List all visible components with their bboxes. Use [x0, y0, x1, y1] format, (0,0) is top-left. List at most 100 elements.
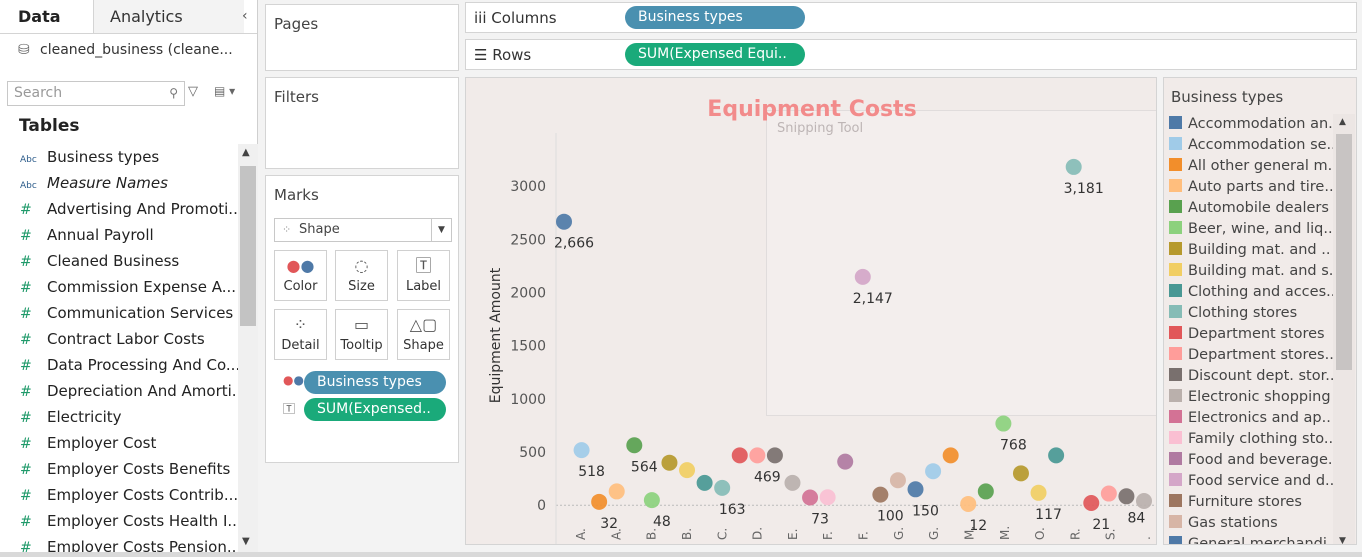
- field-name: Employer Costs Contrib...: [47, 486, 238, 504]
- legend-item[interactable]: Beer, wine, and liq..: [1169, 219, 1333, 240]
- field-item[interactable]: # Annual Payroll: [0, 222, 238, 248]
- field-name: Employer Costs Benefits: [47, 460, 231, 478]
- legend-label: Family clothing sto..: [1188, 431, 1333, 447]
- size-button[interactable]: ◌ Size: [335, 250, 388, 301]
- field-item[interactable]: # Employer Costs Health I...: [0, 508, 238, 534]
- legend-item[interactable]: Discount dept. stor..: [1169, 366, 1333, 387]
- marks-label-pill[interactable]: SUM(Expensed..: [304, 398, 446, 421]
- data-label: 32: [600, 516, 618, 532]
- legend-item[interactable]: Food and beverage..: [1169, 450, 1333, 471]
- sheet-tabs-bar[interactable]: [0, 552, 1362, 557]
- scroll-up-icon[interactable]: ▲: [242, 147, 250, 158]
- field-search-input[interactable]: Search ⚲: [7, 81, 185, 106]
- legend-item[interactable]: Food service and d..: [1169, 471, 1333, 492]
- scatter-chart: Equipment Costs Equipment Amount 0 500 1000 1…: [488, 97, 1156, 544]
- field-name: Commission Expense A...: [47, 278, 237, 296]
- field-item[interactable]: # Employer Costs Pension...: [0, 534, 238, 552]
- legend-item[interactable]: Building mat. and ..: [1169, 240, 1333, 261]
- collapse-pane-icon[interactable]: ‹: [242, 8, 248, 24]
- field-list-scrollbar[interactable]: ▲ ▼: [238, 144, 258, 552]
- shape-label: Shape: [403, 338, 444, 353]
- size-icon: ◌: [354, 256, 369, 275]
- legend-item[interactable]: Accommodation an..: [1169, 114, 1333, 135]
- field-item[interactable]: # Communication Services: [0, 300, 238, 326]
- field-item[interactable]: # Employer Costs Benefits: [0, 456, 238, 482]
- field-item[interactable]: Abc Business types: [0, 144, 238, 170]
- field-item[interactable]: # Cleaned Business: [0, 248, 238, 274]
- legend-item[interactable]: Family clothing sto..: [1169, 429, 1333, 450]
- filters-shelf[interactable]: Filters: [265, 77, 459, 169]
- color-button[interactable]: ●● Color: [274, 250, 327, 301]
- field-item[interactable]: # Advertising And Promoti...: [0, 196, 238, 222]
- legend-item[interactable]: Electronics and ap..: [1169, 408, 1333, 429]
- legend-item[interactable]: Auto parts and tire..: [1169, 177, 1333, 198]
- rows-pill[interactable]: SUM(Expensed Equi..: [625, 43, 805, 66]
- legend-swatch: [1169, 431, 1182, 444]
- data-point: [837, 453, 854, 470]
- field-item[interactable]: Abc Measure Names: [0, 170, 238, 196]
- detail-button[interactable]: ⁘ Detail: [274, 309, 327, 360]
- legend-item[interactable]: Accommodation se..: [1169, 135, 1333, 156]
- label-button[interactable]: 🅃 Label: [397, 250, 450, 301]
- legend-item[interactable]: Building mat. and s..: [1169, 261, 1333, 282]
- legend-item[interactable]: Automobile dealers: [1169, 198, 1333, 219]
- legend-scroll-down-icon[interactable]: ▼: [1339, 536, 1346, 544]
- marks-color-pill[interactable]: Business types: [304, 371, 446, 394]
- filter-fields-icon[interactable]: ▽: [188, 84, 198, 99]
- legend-item[interactable]: Furniture stores: [1169, 492, 1333, 513]
- data-label: 469: [754, 469, 781, 485]
- legend-swatch: [1169, 452, 1182, 465]
- legend-scrollbar[interactable]: ▲ ▼: [1333, 114, 1355, 544]
- legend-scroll-thumb[interactable]: [1336, 134, 1352, 370]
- data-point: [714, 479, 731, 496]
- data-point: [1083, 495, 1100, 512]
- mark-type-dropdown[interactable]: ⁘ Shape ▼: [274, 218, 452, 242]
- y-tick-label: 1000: [510, 392, 546, 408]
- legend-item[interactable]: Clothing stores: [1169, 303, 1333, 324]
- field-name: Electricity: [47, 408, 122, 426]
- field-item[interactable]: # Employer Costs Contrib...: [0, 482, 238, 508]
- columns-shelf[interactable]: iii Columns Business types: [465, 2, 1357, 33]
- field-item[interactable]: # Depreciation And Amorti...: [0, 378, 238, 404]
- datasource-item[interactable]: ⛁ cleaned_business (cleane...: [18, 42, 233, 58]
- field-item[interactable]: # Electricity: [0, 404, 238, 430]
- legend-item[interactable]: Clothing and acces..: [1169, 282, 1333, 303]
- rows-shelf[interactable]: ☰ Rows SUM(Expensed Equi..: [465, 39, 1357, 70]
- field-item[interactable]: # Data Processing And Co...: [0, 352, 238, 378]
- shape-button[interactable]: △▢ Shape: [397, 309, 450, 360]
- legend-item[interactable]: Gas stations: [1169, 513, 1333, 534]
- data-label: 768: [1000, 438, 1027, 454]
- tab-data[interactable]: Data: [0, 0, 94, 33]
- data-point: [1030, 484, 1047, 501]
- legend-item[interactable]: Electronic shopping: [1169, 387, 1333, 408]
- scroll-down-icon[interactable]: ▼: [242, 536, 250, 547]
- field-item[interactable]: # Commission Expense A...: [0, 274, 238, 300]
- legend-item[interactable]: Department stores: [1169, 324, 1333, 345]
- legend-items: Accommodation an.. Accommodation se.. All …: [1169, 114, 1333, 544]
- y-tick-label: 0: [537, 498, 546, 514]
- scroll-thumb[interactable]: [240, 166, 256, 326]
- pages-shelf[interactable]: Pages: [265, 4, 459, 71]
- legend-item[interactable]: General merchandi..: [1169, 534, 1333, 544]
- y-tick-label: 2500: [510, 232, 546, 248]
- data-label: 100: [877, 509, 904, 525]
- legend-swatch: [1169, 242, 1182, 255]
- columns-pill[interactable]: Business types: [625, 6, 805, 29]
- field-name: Contract Labor Costs: [47, 330, 205, 348]
- tab-analytics[interactable]: Analytics: [94, 0, 244, 33]
- field-item[interactable]: # Employer Cost: [0, 430, 238, 456]
- y-tick-label: 3000: [510, 179, 546, 195]
- view-options-icon[interactable]: ▤ ▾: [214, 84, 235, 98]
- y-tick-label: 1500: [510, 339, 546, 355]
- field-item[interactable]: # Contract Labor Costs: [0, 326, 238, 352]
- legend-item[interactable]: Department stores..: [1169, 345, 1333, 366]
- data-point: [1048, 447, 1065, 464]
- data-label: 564: [631, 459, 658, 475]
- tooltip-button[interactable]: ▭ Tooltip: [335, 309, 388, 360]
- legend-scroll-up-icon[interactable]: ▲: [1339, 117, 1346, 127]
- legend-item[interactable]: All other general m..: [1169, 156, 1333, 177]
- legend-title: Business types: [1171, 88, 1284, 106]
- data-point: [556, 213, 572, 230]
- field-name: Annual Payroll: [47, 226, 154, 244]
- viz-canvas[interactable]: Snipping Tool Equipment Costs Equipment A…: [465, 77, 1157, 545]
